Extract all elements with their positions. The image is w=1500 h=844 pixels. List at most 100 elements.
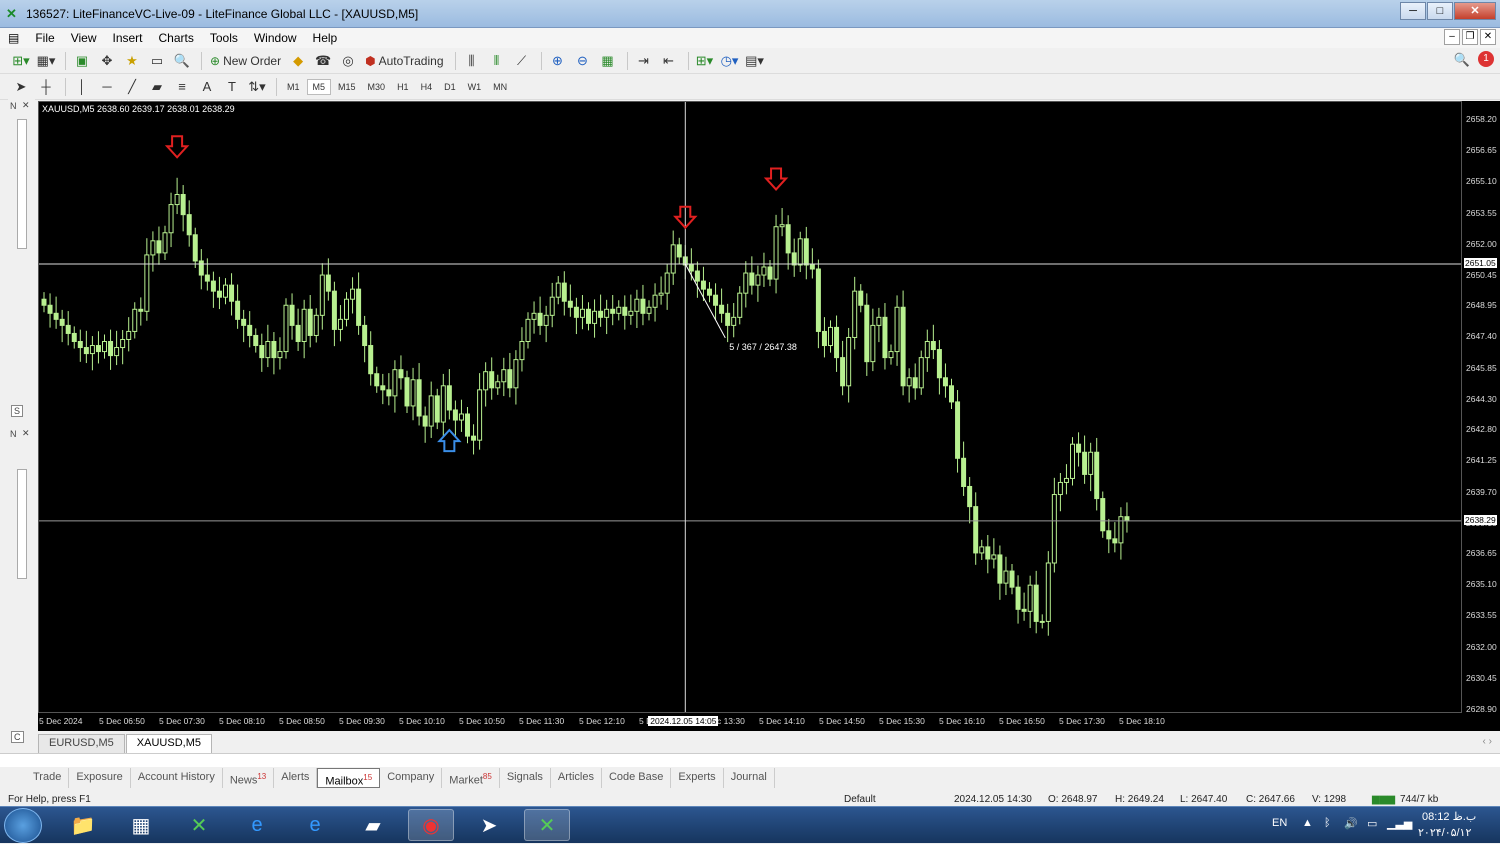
timeframe-m1[interactable]: M1 xyxy=(282,80,305,94)
new-chart-icon[interactable]: ⊞▾ xyxy=(10,50,32,72)
chart-canvas[interactable]: 5 / 367 / 2647.38 xyxy=(39,102,1462,713)
text-label-icon[interactable]: T xyxy=(221,76,243,98)
terminal-tab-experts[interactable]: Experts xyxy=(671,768,724,788)
volume-icon[interactable]: 🔊 xyxy=(1344,817,1358,830)
strategy-tester-icon[interactable]: 🔍 xyxy=(171,50,193,72)
menu-help[interactable]: Help xyxy=(305,31,346,45)
auto-scroll-icon[interactable]: ⇥ xyxy=(633,50,655,72)
terminal-tab-alerts[interactable]: Alerts xyxy=(274,768,318,788)
vps-icon[interactable]: ◎ xyxy=(337,50,359,72)
metatrader-icon[interactable]: ✕ xyxy=(176,809,222,841)
terminal-tab-account-history[interactable]: Account History xyxy=(131,768,223,788)
chrome-icon[interactable]: ◉ xyxy=(408,809,454,841)
minimize-button[interactable]: ─ xyxy=(1400,2,1426,20)
left-panel-scrollbar[interactable] xyxy=(17,119,27,249)
timeframe-m15[interactable]: M15 xyxy=(333,80,361,94)
terminal-tab-market[interactable]: Market85 xyxy=(442,768,500,788)
zoom-out-icon[interactable]: ⊖ xyxy=(572,50,594,72)
terminal-tab-news[interactable]: News13 xyxy=(223,768,275,788)
periods-icon[interactable]: ◷▾ xyxy=(719,50,741,72)
menu-file[interactable]: File xyxy=(27,31,62,45)
menu-insert[interactable]: Insert xyxy=(104,31,150,45)
terminal-tab-exposure[interactable]: Exposure xyxy=(69,768,131,788)
market-watch-icon[interactable]: ▣ xyxy=(71,50,93,72)
templates-icon[interactable]: ▤▾ xyxy=(744,50,766,72)
left-panel-close-icon[interactable]: ✕ xyxy=(22,100,30,111)
bluetooth-icon[interactable]: ᛒ xyxy=(1324,817,1331,829)
price-chart[interactable]: 5 / 367 / 2647.38 XAUUSD,M5 2638.60 2639… xyxy=(38,101,1462,713)
menu-doc-icon[interactable]: ▤ xyxy=(0,31,27,45)
horizontal-line-icon[interactable]: ─ xyxy=(96,76,118,98)
terminal-tab-company[interactable]: Company xyxy=(380,768,443,788)
trendline-icon[interactable]: ╱ xyxy=(121,76,143,98)
cursor-icon[interactable]: ➤ xyxy=(10,76,32,98)
equidistant-channel-icon[interactable]: ▰ xyxy=(146,76,168,98)
close-button[interactable]: ✕ xyxy=(1454,2,1496,20)
tile-windows-icon[interactable]: ▦ xyxy=(597,50,619,72)
candlestick-icon[interactable]: ⫴ xyxy=(486,50,508,72)
search-icon[interactable]: 🔍 xyxy=(1454,52,1470,68)
timeframe-mn[interactable]: MN xyxy=(488,80,512,94)
internet-explorer-icon[interactable]: e xyxy=(234,809,280,841)
line-chart-icon[interactable]: ⟋ xyxy=(511,50,533,72)
terminal-tab-journal[interactable]: Journal xyxy=(724,768,775,788)
tray-language[interactable]: EN xyxy=(1272,817,1287,829)
tray-date[interactable]: ۲۰۲۴/۰۵/۱۲ xyxy=(1418,826,1471,839)
left-panel-close-icon-2[interactable]: ✕ xyxy=(22,428,30,439)
fibonacci-icon[interactable]: ≡ xyxy=(171,76,193,98)
chart-tabs-scroll-icon[interactable]: ‹ › xyxy=(1483,736,1492,747)
terminal-tab-trade[interactable]: Trade xyxy=(26,768,70,788)
terminal-tab-code-base[interactable]: Code Base xyxy=(602,768,672,788)
left-panel-tab-n2[interactable]: N xyxy=(10,429,17,439)
start-button[interactable] xyxy=(4,808,42,843)
zoom-in-icon[interactable]: ⊕ xyxy=(547,50,569,72)
vertical-line-icon[interactable]: │ xyxy=(71,76,93,98)
left-panel-tab-c[interactable]: C xyxy=(11,731,24,743)
telegram-icon[interactable]: ➤ xyxy=(466,809,512,841)
terminal-tab-articles[interactable]: Articles xyxy=(551,768,602,788)
mdi-restore-button[interactable]: ❐ xyxy=(1462,29,1478,45)
bar-chart-icon[interactable]: ⫼ xyxy=(461,50,483,72)
mdi-close-button[interactable]: ✕ xyxy=(1480,29,1496,45)
chart-tab-eurusd[interactable]: EURUSD,M5 xyxy=(38,734,125,753)
terminal-icon[interactable]: ▭ xyxy=(146,50,168,72)
crosshair-icon[interactable]: ┼ xyxy=(35,76,57,98)
internet-explorer-icon-2[interactable]: e xyxy=(292,809,338,841)
mdi-minimize-button[interactable]: – xyxy=(1444,29,1460,45)
tray-time[interactable]: 08:12 ب.ظ xyxy=(1422,810,1476,823)
calculator-icon[interactable]: ▦ xyxy=(118,809,164,841)
network-icon[interactable]: ▁▃▅ xyxy=(1387,817,1412,830)
menu-tools[interactable]: Tools xyxy=(202,31,246,45)
timeframe-h1[interactable]: H1 xyxy=(392,80,414,94)
menu-view[interactable]: View xyxy=(63,31,105,45)
power-icon[interactable]: ▭ xyxy=(1367,817,1377,830)
tray-expand-icon[interactable]: ▲ xyxy=(1302,817,1313,829)
new-order-button[interactable]: ⊕ New Order xyxy=(207,50,284,72)
signals-icon[interactable]: ☎ xyxy=(312,50,334,72)
timeframe-m30[interactable]: M30 xyxy=(363,80,391,94)
text-icon[interactable]: A xyxy=(196,76,218,98)
metaeditor-icon[interactable]: ◆ xyxy=(287,50,309,72)
timeframe-w1[interactable]: W1 xyxy=(463,80,487,94)
timeframe-d1[interactable]: D1 xyxy=(439,80,461,94)
chart-tab-xauusd[interactable]: XAUUSD,M5 xyxy=(125,734,212,753)
menu-window[interactable]: Window xyxy=(246,31,305,45)
terminal-tab-signals[interactable]: Signals xyxy=(500,768,551,788)
menu-charts[interactable]: Charts xyxy=(151,31,202,45)
indicators-icon[interactable]: ⊞▾ xyxy=(694,50,716,72)
profiles-icon[interactable]: ▦▾ xyxy=(35,50,57,72)
explorer-icon[interactable]: 📁 xyxy=(60,809,106,841)
arrows-icon[interactable]: ⇅▾ xyxy=(246,76,268,98)
data-window-icon[interactable]: ✥ xyxy=(96,50,118,72)
notification-badge[interactable]: 1 xyxy=(1478,51,1494,67)
timeframe-h4[interactable]: H4 xyxy=(416,80,438,94)
chart-shift-icon[interactable]: ⇤ xyxy=(658,50,680,72)
left-panel-tab-n1[interactable]: N xyxy=(10,101,17,111)
notes-icon[interactable]: ▰ xyxy=(350,809,396,841)
timeframe-m5[interactable]: M5 xyxy=(306,78,332,95)
metatrader-active-icon[interactable]: ✕ xyxy=(524,809,570,841)
maximize-button[interactable]: □ xyxy=(1427,2,1453,20)
left-panel-scrollbar-2[interactable] xyxy=(17,469,27,579)
navigator-icon[interactable]: ★ xyxy=(121,50,143,72)
autotrading-button[interactable]: ⬢ AutoTrading xyxy=(362,50,446,72)
